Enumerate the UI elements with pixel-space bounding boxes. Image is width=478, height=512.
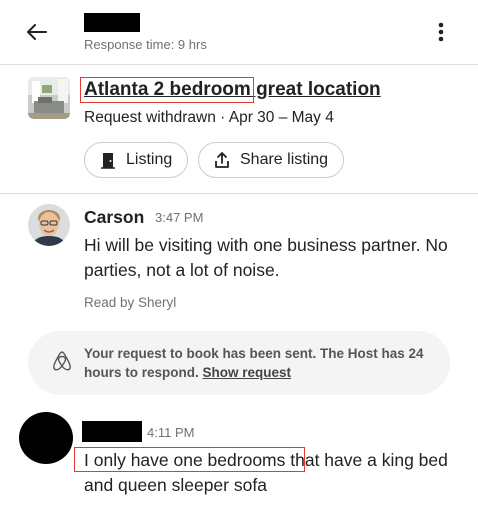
host-avatar-redacted[interactable] <box>19 412 73 464</box>
conversation-header: Response time: 9 hrs <box>0 0 478 65</box>
airbnb-logo-icon <box>53 351 71 371</box>
system-message-card: Your request to book has been sent. The … <box>28 331 450 395</box>
share-icon <box>213 151 231 169</box>
response-time: Response time: 9 hrs <box>84 37 207 52</box>
listing-photo <box>28 77 70 119</box>
more-vertical-icon <box>438 22 444 42</box>
listing-button[interactable]: Listing <box>84 142 188 178</box>
back-button[interactable] <box>22 18 52 46</box>
system-message-text: Your request to book has been sent. The … <box>84 344 434 382</box>
message-time: 3:47 PM <box>155 210 204 225</box>
door-icon <box>99 151 117 169</box>
share-listing-button[interactable]: Share listing <box>198 142 344 178</box>
message-text: Hi will be visiting with one business pa… <box>84 235 448 280</box>
listing-thumbnail[interactable] <box>28 77 70 119</box>
show-request-link[interactable]: Show request <box>203 365 292 380</box>
more-options-button[interactable] <box>430 18 452 46</box>
listing-summary: Atlanta 2 bedroom great location Request… <box>0 65 478 194</box>
request-status: Request withdrawn · Apr 30 – May 4 <box>84 109 334 126</box>
carson-avatar-photo <box>28 204 70 246</box>
avatar[interactable] <box>28 204 70 246</box>
listing-button-label: Listing <box>126 151 173 168</box>
listing-title-link[interactable]: Atlanta 2 bedroom great location <box>84 79 381 101</box>
message-time: 4:11 PM <box>147 425 195 440</box>
read-receipt: Read by Sheryl <box>84 295 177 310</box>
share-listing-label: Share listing <box>240 151 329 168</box>
redacted-sender-name <box>82 421 142 442</box>
redacted-host-name <box>84 13 140 32</box>
message-text: I only have one bedrooms that have a kin… <box>84 450 448 495</box>
message-sender: Carson <box>84 207 145 227</box>
back-arrow-icon <box>27 24 47 40</box>
